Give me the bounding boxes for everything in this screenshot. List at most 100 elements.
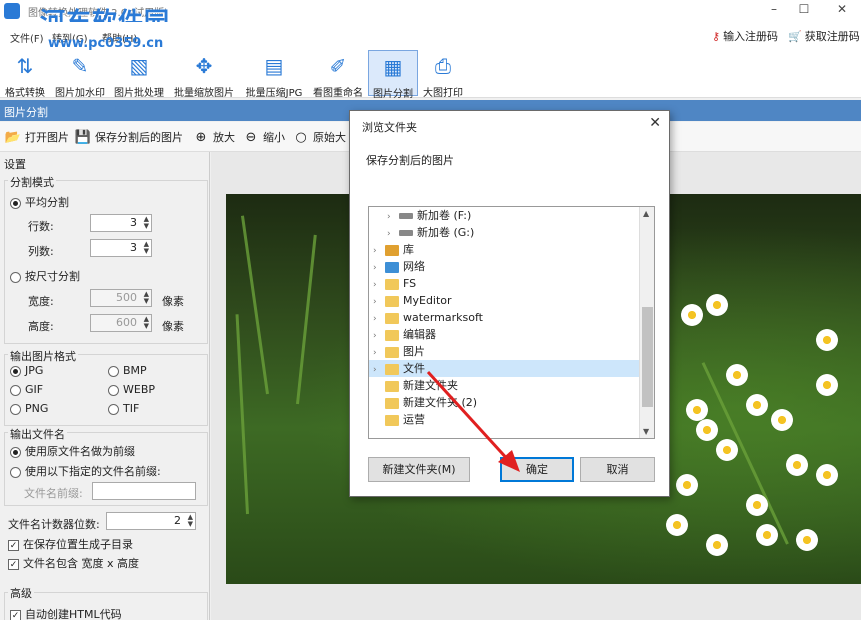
tool-watermark[interactable]: ✎ 图片加水印 [50, 50, 110, 99]
spin-arrows-icon[interactable]: ▲ ▼ [144, 316, 149, 330]
counter-stepper[interactable]: 2 ▲ ▼ [106, 512, 196, 530]
original-size-button[interactable]: ○ 原始大 [292, 129, 346, 147]
size-split-radio[interactable]: 按尺寸分割 [10, 268, 80, 284]
width-value: 500 [116, 291, 137, 304]
width-unit: 像素 [162, 295, 184, 308]
tree-item-new-folder[interactable]: 新建文件夹 [369, 377, 639, 394]
format-webp-radio[interactable]: WEBP [108, 383, 155, 396]
close-button[interactable]: ✕ [828, 2, 856, 18]
tool-compress-jpg[interactable]: ▤ 批量压缩JPG [240, 50, 308, 99]
save-split-button[interactable]: 💾 保存分割后的图片 [74, 129, 183, 147]
format-label: BMP [123, 364, 147, 377]
tree-item-library[interactable]: › 库 [369, 241, 639, 258]
spin-arrows-icon[interactable]: ▲ ▼ [144, 241, 149, 255]
get-code-label: 获取注册码 [804, 30, 860, 43]
tree-scrollbar[interactable]: ▲ ▼ [639, 207, 654, 438]
register-label: 输入注册码 [723, 30, 779, 43]
register-link[interactable]: ⚷ 输入注册码 [712, 28, 778, 44]
new-folder-button[interactable]: 新建文件夹(M) [368, 457, 470, 482]
zoom-in-icon: ⊕ [195, 130, 207, 145]
minimize-button[interactable]: – [760, 2, 788, 18]
tree-item-network[interactable]: › 网络 [369, 258, 639, 275]
tree-item-editor[interactable]: › 编辑器 [369, 326, 639, 343]
tree-item-drive-g[interactable]: › 新加卷 (G:) [369, 224, 639, 241]
tree-item-new-folder-2[interactable]: 新建文件夹 (2) [369, 394, 639, 411]
brush-icon: ✎ [71, 54, 89, 78]
cols-stepper[interactable]: 3 ▲ ▼ [90, 239, 152, 257]
format-png-radio[interactable]: PNG [10, 402, 48, 415]
tree-item-label: 新加卷 (F:) [417, 209, 472, 222]
even-split-radio[interactable]: 平均分割 [10, 194, 69, 210]
html-checkbox[interactable]: ✓ 自动创建HTML代码 [10, 606, 122, 620]
height-stepper[interactable]: 600 ▲ ▼ [90, 314, 152, 332]
rows-stepper[interactable]: 3 ▲ ▼ [90, 214, 152, 232]
zoom-in-button[interactable]: ⊕ 放大 [192, 129, 235, 147]
tree-item-myeditor[interactable]: › MyEditor [369, 292, 639, 309]
tree-item-watermarksoft[interactable]: › watermarksoft [369, 309, 639, 326]
format-gif-radio[interactable]: GIF [10, 383, 43, 396]
open-image-button[interactable]: 📂 打开图片 [4, 129, 69, 147]
tool-format-convert[interactable]: ⇅ 格式转换 [0, 50, 50, 99]
prefix-input[interactable] [92, 482, 196, 500]
dialog-title: 浏览文件夹 [362, 121, 417, 134]
radio-dot [10, 197, 21, 209]
checkmark-icon: ✓ [8, 539, 19, 551]
spin-arrows-icon[interactable]: ▲ ▼ [144, 291, 149, 305]
tree-item-label: 新建文件夹 [403, 379, 458, 392]
rows-value: 3 [130, 216, 137, 229]
width-stepper[interactable]: 500 ▲ ▼ [90, 289, 152, 307]
use-custom-label: 使用以下指定的文件名前缀: [25, 465, 161, 478]
folder-icon [385, 312, 399, 324]
scroll-down-icon[interactable]: ▼ [643, 427, 649, 436]
tool-split[interactable]: ▦ 图片分割 [368, 50, 418, 100]
radio-dot [10, 403, 21, 415]
tree-item-files[interactable]: › 文件 [369, 360, 639, 377]
radio-dot [10, 271, 21, 283]
daisy [771, 409, 793, 431]
include-size-checkbox[interactable]: ✓ 文件名包含 宽度 x 高度 [8, 555, 139, 571]
ok-button[interactable]: 确定 [500, 457, 574, 482]
scroll-thumb[interactable] [642, 307, 653, 407]
tool-batch[interactable]: ▧ 图片批处理 [110, 50, 168, 99]
folder-icon [385, 414, 399, 426]
tree-item-pictures[interactable]: › 图片 [369, 343, 639, 360]
tool-print[interactable]: ⎙ 大图打印 [418, 50, 468, 99]
title-bar: 图像转换处理软件 2.0 (试用版) 河东软件园 – ☐ ✕ [0, 0, 861, 36]
tree-item-fs[interactable]: › FS [369, 275, 639, 292]
tree-item-drive-f[interactable]: › 新加卷 (F:) [369, 207, 639, 224]
height-label: 高度: [28, 320, 54, 333]
maximize-button[interactable]: ☐ [790, 2, 818, 18]
move-icon: ✥ [195, 54, 213, 78]
checkmark-icon: ✓ [8, 558, 19, 570]
tool-rename[interactable]: ✐ 看图重命名 [308, 50, 368, 99]
subdir-checkbox[interactable]: ✓ 在保存位置生成子目录 [8, 536, 133, 552]
spin-arrows-icon[interactable]: ▲ ▼ [144, 216, 149, 230]
dialog-close-icon[interactable]: ✕ [649, 115, 661, 131]
zoom-out-button[interactable]: ⊖ 缩小 [242, 129, 285, 147]
folder-tree[interactable]: › 新加卷 (F:) › 新加卷 (G:) › 库 › 网络 › FS › MyEditor… [368, 206, 655, 439]
use-original-name-radio[interactable]: 使用原文件名做为前缀 [10, 443, 135, 459]
tool-resize[interactable]: ✥ 批量缩放图片 [168, 50, 240, 99]
scroll-up-icon[interactable]: ▲ [643, 209, 649, 218]
dialog-description: 保存分割后的图片 [366, 154, 454, 167]
tool-label: 图片加水印 [55, 88, 105, 99]
watermark-url: www.pc0359.cn [48, 36, 164, 51]
spin-arrows-icon[interactable]: ▲ ▼ [188, 514, 193, 528]
folder-icon [385, 397, 399, 409]
original-size-label: 原始大 [313, 131, 346, 144]
rename-icon: ✐ [329, 54, 347, 78]
format-jpg-radio[interactable]: JPG [10, 364, 43, 377]
settings-panel: 设置 分割模式 平均分割 行数: 3 ▲ ▼ 列数: 3 ▲ ▼ 按尺寸分割 宽度: 5… [0, 152, 210, 620]
zoom-out-icon: ⊖ [245, 130, 257, 145]
cancel-button[interactable]: 取消 [580, 457, 655, 482]
tree-item-operations[interactable]: 运营 [369, 411, 639, 428]
menu-file[interactable]: 文件(F) [10, 30, 44, 45]
cols-label: 列数: [28, 245, 54, 258]
format-tif-radio[interactable]: TIF [108, 402, 139, 415]
use-custom-prefix-radio[interactable]: 使用以下指定的文件名前缀: [10, 463, 161, 479]
folder-icon [385, 346, 399, 358]
get-code-link[interactable]: 🛒 获取注册码 [788, 28, 860, 44]
tool-label: 大图打印 [423, 88, 463, 99]
format-bmp-radio[interactable]: BMP [108, 364, 147, 377]
daisy [816, 329, 838, 351]
